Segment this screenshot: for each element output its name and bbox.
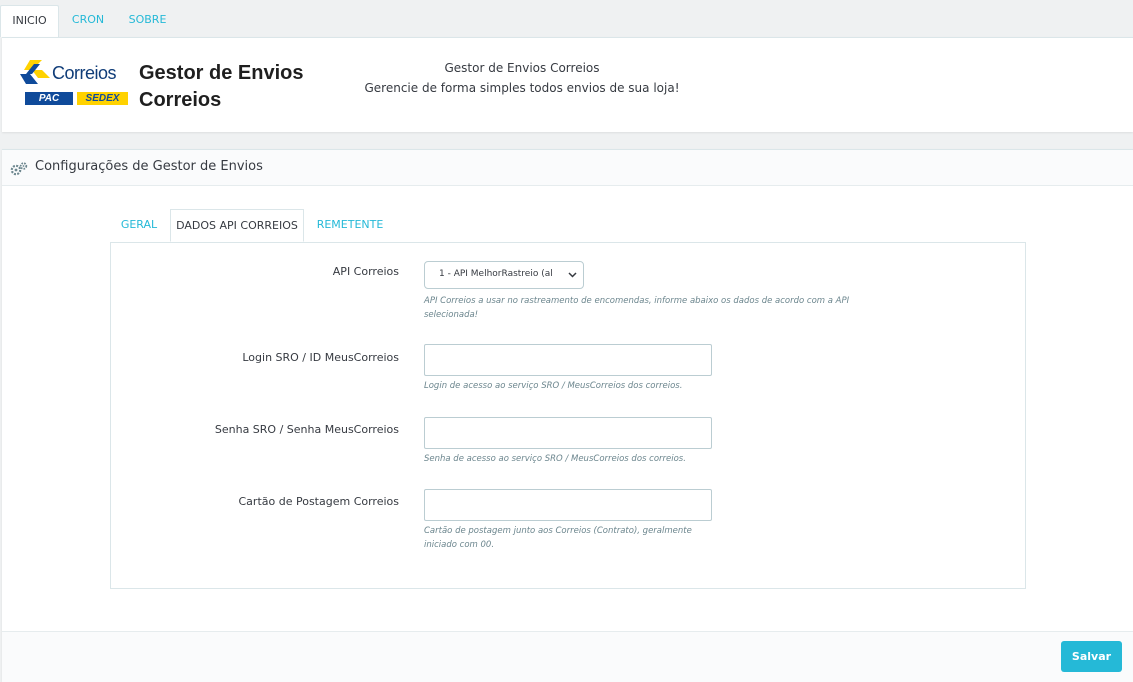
cartao-postagem-input[interactable]	[424, 489, 712, 521]
api-correios-select[interactable]: 1 - API MelhorRastreio (al	[424, 261, 584, 289]
senha-sro-help: Senha de acesso ao serviço SRO / MeusCor…	[424, 454, 686, 464]
tab-inicio[interactable]: INICIO	[0, 5, 59, 37]
tab-dados-api-correios[interactable]: DADOS API CORREIOS	[170, 209, 304, 242]
module-header-panel: Correios PAC SEDEX Gestor de Envios Corr…	[2, 37, 1133, 132]
chevron-down-icon	[568, 272, 577, 278]
login-sro-input[interactable]	[424, 344, 712, 376]
sedex-badge: SEDEX	[77, 92, 128, 105]
pac-badge: PAC	[25, 92, 73, 105]
tab-remetente[interactable]: REMETENTE	[309, 209, 391, 242]
config-panel: Configurações de Gestor de Envios GERAL …	[2, 149, 1133, 682]
cartao-postagem-label: Cartão de Postagem Correios	[238, 495, 400, 508]
cartao-postagem-help: Cartão de postagem junto aos Correios (C…	[424, 526, 692, 550]
tab-sobre[interactable]: SOBRE	[120, 5, 175, 37]
form-tab-content: API Correios 1 - API MelhorRastreio (al …	[110, 242, 1026, 589]
logo-wordmark: Correios	[52, 63, 117, 83]
module-description: Gestor de Envios Correios Gerencie de fo…	[322, 58, 722, 98]
config-panel-heading: Configurações de Gestor de Envios	[2, 150, 1133, 186]
config-panel-footer: Salvar	[2, 631, 1133, 682]
module-title: Gestor de Envios Correios	[139, 62, 304, 111]
api-correios-selected-value: 1 - API MelhorRastreio (al	[439, 269, 553, 279]
correios-logo: Correios PAC SEDEX	[20, 58, 135, 110]
login-sro-label: Login SRO / ID MeusCorreios	[242, 351, 399, 364]
gears-icon	[10, 162, 28, 176]
top-tab-bar: INICIO CRON SOBRE	[0, 0, 1133, 38]
tab-geral[interactable]: GERAL	[113, 209, 165, 242]
save-button[interactable]: Salvar	[1061, 641, 1122, 672]
config-panel-title: Configurações de Gestor de Envios	[35, 159, 263, 174]
api-correios-label: API Correios	[332, 265, 399, 278]
senha-sro-label: Senha SRO / Senha MeusCorreios	[214, 423, 399, 436]
tab-cron[interactable]: CRON	[62, 5, 114, 37]
module-description-text: Gerencie de forma simples todos envios d…	[364, 81, 680, 95]
correios-logo-icon	[20, 60, 50, 84]
login-sro-help: Login de acesso ao serviço SRO / MeusCor…	[424, 381, 683, 391]
module-description-title: Gestor de Envios Correios	[444, 61, 600, 75]
api-correios-help: API Correios a usar no rastreamento de e…	[424, 296, 850, 320]
senha-sro-input[interactable]	[424, 417, 712, 449]
